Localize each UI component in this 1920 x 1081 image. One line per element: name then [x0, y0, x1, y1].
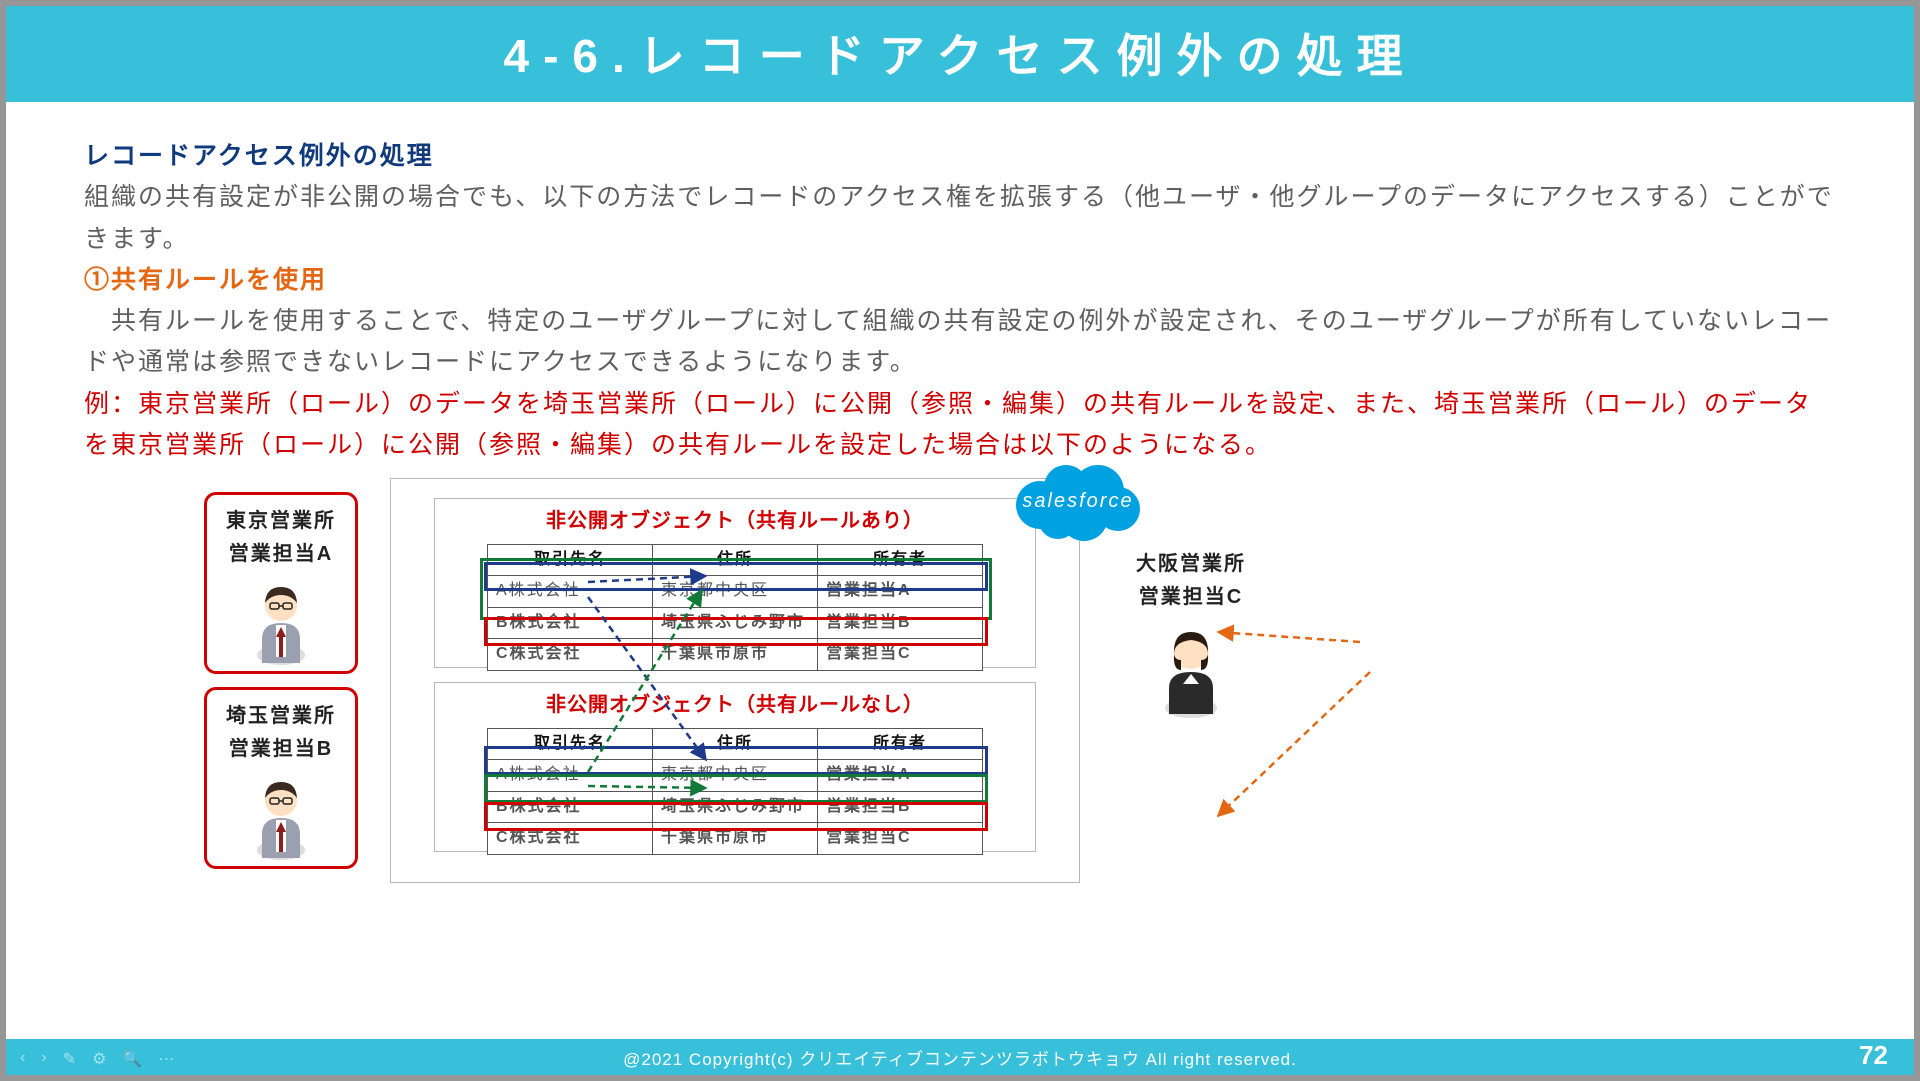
person-icon — [246, 577, 316, 667]
title-text: 4-6.レコードアクセス例外の処理 — [504, 30, 1417, 82]
page-title: 4-6.レコードアクセス例外の処理 — [6, 6, 1914, 102]
user-box-tokyo: 東京営業所 営業担当A — [204, 492, 358, 674]
t1r0c0: A株式会社 — [488, 576, 653, 607]
person-icon — [246, 772, 316, 862]
footer-icons: ‹ › ✎ ⚙ 🔍 ⋯ — [20, 1049, 174, 1069]
person-icon — [1151, 620, 1231, 720]
table2-h1: 住所 — [653, 729, 818, 760]
rule-title: ①共有ルールを使用 — [84, 260, 1836, 301]
gear-icon[interactable]: ⚙ — [92, 1049, 106, 1069]
user-a-line1: 東京営業所 — [211, 505, 351, 538]
table2-h0: 取引先名 — [488, 729, 653, 760]
table1-h2: 所有者 — [818, 545, 983, 576]
user-osaka: 大阪営業所 営業担当C — [1136, 548, 1246, 720]
page-number: 72 — [1859, 1040, 1888, 1071]
t2r2c0: C株式会社 — [488, 823, 653, 854]
t2r1c0: B株式会社 — [488, 791, 653, 822]
table1-h1: 住所 — [653, 545, 818, 576]
user-b-line1: 埼玉営業所 — [211, 700, 351, 733]
t2r1c2: 営業担当B — [818, 791, 983, 822]
t2r2c1: 千葉県市原市 — [653, 823, 818, 854]
table2: 取引先名 住所 所有者 A株式会社 東京都中央区 営業担当A B株式会社 埼玉県… — [487, 728, 983, 855]
panel-table2: 非公開オブジェクト（共有ルールなし） 取引先名 住所 所有者 A株式会社 東京都… — [434, 682, 1036, 852]
example-text: 例：東京営業所（ロール）のデータを埼玉営業所（ロール）に公開（参照・編集）の共有… — [84, 384, 1836, 467]
nav-prev-icon[interactable]: ‹ — [20, 1049, 25, 1069]
t2r0c0: A株式会社 — [488, 760, 653, 791]
t1r0c1: 東京都中央区 — [653, 576, 818, 607]
pen-icon[interactable]: ✎ — [63, 1049, 76, 1069]
user-a-line2: 営業担当A — [211, 538, 351, 571]
user-box-saitama: 埼玉営業所 営業担当B — [204, 687, 358, 869]
nav-next-icon[interactable]: › — [41, 1049, 46, 1069]
t2r2c2: 営業担当C — [818, 823, 983, 854]
search-icon[interactable]: 🔍 — [122, 1049, 142, 1069]
panel-table1: 非公開オブジェクト（共有ルールあり） 取引先名 住所 所有者 A株式会社 東京都… — [434, 498, 1036, 668]
user-b-line2: 営業担当B — [211, 733, 351, 766]
intro-paragraph: 組織の共有設定が非公開の場合でも、以下の方法でレコードのアクセス権を拡張する（他… — [84, 177, 1836, 260]
section-heading: レコードアクセス例外の処理 — [84, 136, 1836, 177]
rule-body: 共有ルールを使用することで、特定のユーザグループに対して組織の共有設定の例外が設… — [84, 301, 1836, 384]
content-area: レコードアクセス例外の処理 組織の共有設定が非公開の場合でも、以下の方法でレコー… — [6, 102, 1914, 912]
svg-text:salesforce: salesforce — [1022, 490, 1133, 512]
t1r1c1: 埼玉県ふじみ野市 — [653, 607, 818, 638]
t1r0c2: 営業担当A — [818, 576, 983, 607]
table2-h2: 所有者 — [818, 729, 983, 760]
user-c-line1: 大阪営業所 — [1136, 548, 1246, 581]
footer-text: @2021 Copyright(c) クリエイティブコンテンツラボトウキョウ A… — [623, 1045, 1297, 1070]
t1r1c0: B株式会社 — [488, 607, 653, 638]
table1: 取引先名 住所 所有者 A株式会社 東京都中央区 営業担当A B株式会社 埼玉県… — [487, 544, 983, 671]
t2r1c1: 埼玉県ふじみ野市 — [653, 791, 818, 822]
footer-bar: @2021 Copyright(c) クリエイティブコンテンツラボトウキョウ A… — [6, 1039, 1914, 1075]
table1-title: 非公開オブジェクト（共有ルールあり） — [435, 499, 1035, 544]
user-c-line2: 営業担当C — [1136, 581, 1246, 614]
t2r0c1: 東京都中央区 — [653, 760, 818, 791]
table2-title: 非公開オブジェクト（共有ルールなし） — [435, 683, 1035, 728]
diagram: 東京営業所 営業担当A 埼玉営業所 営業担当B — [84, 472, 1836, 912]
more-icon[interactable]: ⋯ — [158, 1049, 174, 1069]
t1r2c1: 千葉県市原市 — [653, 639, 818, 670]
t1r2c2: 営業担当C — [818, 639, 983, 670]
t1r2c0: C株式会社 — [488, 639, 653, 670]
t1r1c2: 営業担当B — [818, 607, 983, 638]
salesforce-cloud-icon: salesforce — [1008, 457, 1148, 545]
table1-h0: 取引先名 — [488, 545, 653, 576]
t2r0c2: 営業担当A — [818, 760, 983, 791]
